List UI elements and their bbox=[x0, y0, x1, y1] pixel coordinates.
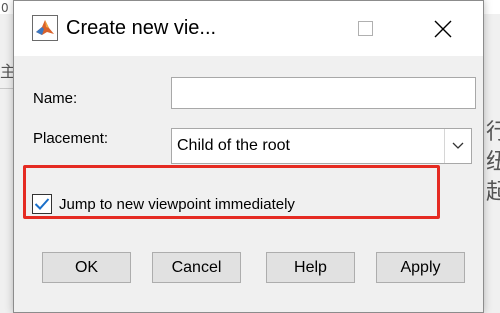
help-button[interactable]: Help bbox=[266, 252, 355, 283]
dialog-title: Create new vie... bbox=[66, 17, 217, 39]
ok-button[interactable]: OK bbox=[42, 252, 131, 283]
jump-to-viewpoint-option[interactable]: Jump to new viewpoint immediately bbox=[32, 194, 295, 214]
chevron-down-icon[interactable] bbox=[444, 129, 471, 163]
placement-selected-value: Child of the root bbox=[177, 137, 290, 154]
apply-button[interactable]: Apply bbox=[376, 252, 465, 283]
name-label: Name: bbox=[33, 90, 78, 107]
check-icon bbox=[34, 198, 50, 210]
close-icon bbox=[434, 20, 452, 37]
background-text-top: 0 bbox=[1, 1, 9, 15]
jump-to-viewpoint-label: Jump to new viewpoint immediately bbox=[59, 195, 295, 213]
placement-label: Placement: bbox=[33, 130, 109, 147]
background-text-right: 行纽起 bbox=[486, 120, 500, 205]
matlab-icon bbox=[32, 15, 58, 41]
close-button[interactable] bbox=[420, 1, 466, 56]
name-input[interactable] bbox=[171, 77, 476, 109]
title-bar: Create new vie... bbox=[14, 1, 483, 56]
cancel-button[interactable]: Cancel bbox=[152, 252, 241, 283]
maximize-button[interactable] bbox=[342, 1, 388, 56]
jump-to-viewpoint-checkbox[interactable] bbox=[32, 194, 52, 214]
maximize-icon bbox=[357, 21, 373, 36]
placement-dropdown[interactable]: Child of the root bbox=[171, 128, 472, 164]
create-viewpoint-dialog: Create new vie... Name: Placement: Child… bbox=[13, 0, 484, 313]
